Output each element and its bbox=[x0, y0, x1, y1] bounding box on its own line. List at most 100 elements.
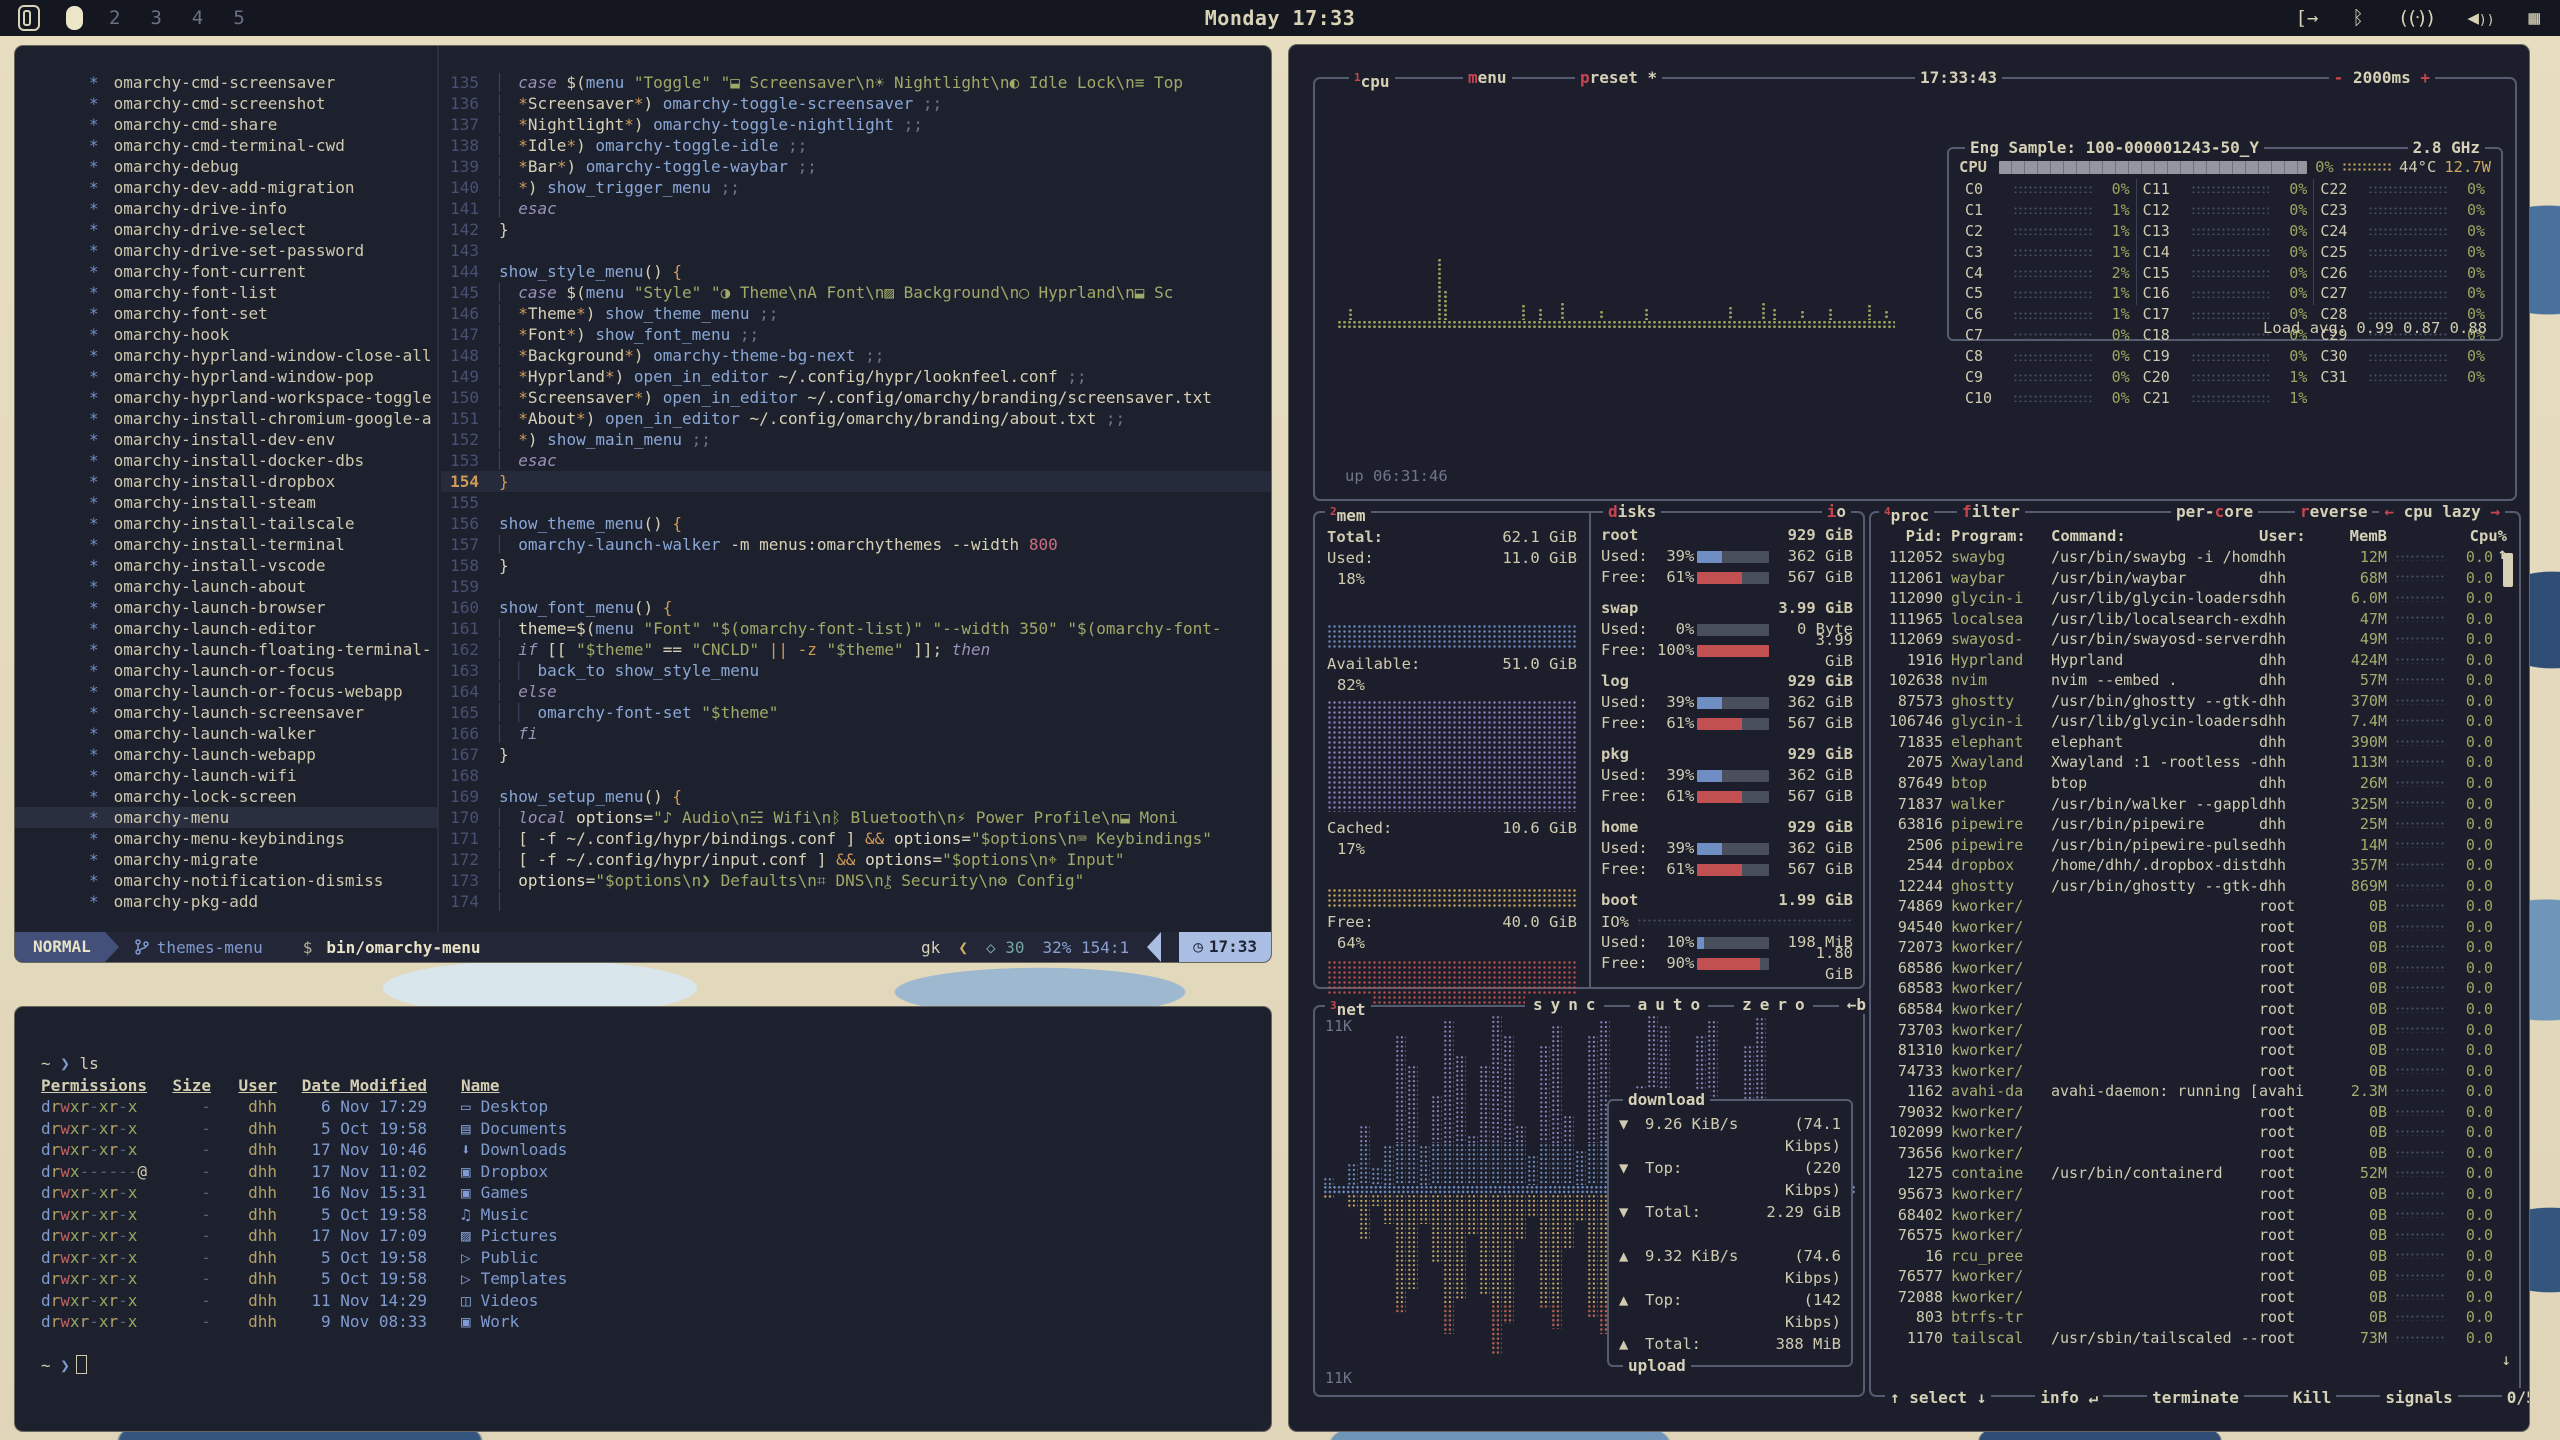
sort-selector[interactable]: ← cpu lazy → bbox=[2379, 501, 2505, 523]
process-row[interactable]: 81310kworker/root0B0.0 bbox=[1881, 1040, 2507, 1061]
process-row[interactable]: 73656kworker/root0B0.0 bbox=[1881, 1143, 2507, 1164]
file-item[interactable]: *omarchy-launch-walker bbox=[15, 723, 437, 744]
file-item[interactable]: *omarchy-launch-editor bbox=[15, 618, 437, 639]
process-row[interactable]: 87573ghostty/usr/bin/ghostty --gtk-dhh37… bbox=[1881, 691, 2507, 712]
process-row[interactable]: 111965localsea/usr/lib/localsearch-exdhh… bbox=[1881, 609, 2507, 630]
file-item[interactable]: *omarchy-launch-or-focus-webapp bbox=[15, 681, 437, 702]
refresh-interval[interactable]: - 2000ms + bbox=[2329, 67, 2435, 89]
process-row[interactable]: 87649btopbtopdhh26M0.0 bbox=[1881, 773, 2507, 794]
file-item[interactable]: *omarchy-launch-or-focus bbox=[15, 660, 437, 681]
file-item[interactable]: *omarchy-install-dev-env bbox=[15, 429, 437, 450]
cpu-chip-icon[interactable]: ▦ bbox=[2529, 7, 2540, 29]
process-row[interactable]: 12244ghostty/usr/bin/ghostty --gtk-dhh86… bbox=[1881, 876, 2507, 897]
preset-button[interactable]: preset * bbox=[1575, 67, 1662, 89]
wifi-icon[interactable]: ((ᐧ)) bbox=[2398, 7, 2434, 29]
file-item[interactable]: *omarchy-install-terminal bbox=[15, 534, 437, 555]
process-row[interactable]: 79032kworker/root0B0.0 bbox=[1881, 1102, 2507, 1123]
file-item[interactable]: *omarchy-launch-webapp bbox=[15, 744, 437, 765]
process-row[interactable]: 2075XwaylandXwayland :1 -rootless -dhh11… bbox=[1881, 752, 2507, 773]
file-item[interactable]: *omarchy-launch-wifi bbox=[15, 765, 437, 786]
terminal-prompt-active[interactable]: ~ ❯ bbox=[41, 1355, 1271, 1377]
process-row[interactable]: 1162avahi-daavahi-daemon: running [avahi… bbox=[1881, 1081, 2507, 1102]
proc-action-kill[interactable]: Kill bbox=[2288, 1388, 2337, 1407]
net-option-zero[interactable]: zero bbox=[1734, 995, 1813, 1014]
process-row[interactable]: 112090glycin-i/usr/lib/glycin-loadersdhh… bbox=[1881, 588, 2507, 609]
file-item[interactable]: *omarchy-menu-keybindings bbox=[15, 828, 437, 849]
process-row[interactable]: 76577kworker/root0B0.0 bbox=[1881, 1266, 2507, 1287]
file-item[interactable]: *omarchy-hyprland-window-close-all bbox=[15, 345, 437, 366]
file-item[interactable]: *omarchy-hyprland-window-pop bbox=[15, 366, 437, 387]
file-item[interactable]: *omarchy-launch-about bbox=[15, 576, 437, 597]
process-row[interactable]: 74733kworker/root0B0.0 bbox=[1881, 1061, 2507, 1082]
bluetooth-icon[interactable]: ᛒ bbox=[2352, 7, 2363, 29]
process-row[interactable]: 71835elephantelephantdhh390M0.0 bbox=[1881, 732, 2507, 753]
process-row[interactable]: 95673kworker/root0B0.0 bbox=[1881, 1184, 2507, 1205]
process-row[interactable]: 74869kworker/root0B0.0 bbox=[1881, 896, 2507, 917]
process-row[interactable]: 102638nvimnvim --embed .dhh57M0.0 bbox=[1881, 670, 2507, 691]
file-item[interactable]: *omarchy-migrate bbox=[15, 849, 437, 870]
process-row[interactable]: 76575kworker/root0B0.0 bbox=[1881, 1225, 2507, 1246]
mem-box-title[interactable]: 2mem bbox=[1325, 501, 1371, 527]
file-item[interactable]: *omarchy-drive-info bbox=[15, 198, 437, 219]
process-row[interactable]: 68583kworker/root0B0.0 bbox=[1881, 978, 2507, 999]
file-item[interactable]: *omarchy-hook bbox=[15, 324, 437, 345]
volume-icon[interactable]: ◀)) bbox=[2467, 7, 2494, 29]
process-row[interactable]: 112061waybar/usr/bin/waybardhh68M0.0 bbox=[1881, 568, 2507, 589]
code-editor[interactable]: 135▏ case $(menu "Toggle" "⬓ Screensaver… bbox=[441, 46, 1271, 932]
per-core-toggle[interactable]: per-core bbox=[2171, 501, 2258, 523]
reverse-toggle[interactable]: reverse bbox=[2295, 501, 2372, 523]
process-row[interactable]: 2544dropbox/home/dhh/.dropbox-distdhh357… bbox=[1881, 855, 2507, 876]
process-scrollbar[interactable] bbox=[2503, 553, 2513, 587]
file-item[interactable]: *omarchy-notification-dismiss bbox=[15, 870, 437, 891]
proc-box-title[interactable]: 4proc bbox=[1879, 501, 1934, 527]
process-row[interactable]: 16rcu_preeroot0B0.0 bbox=[1881, 1246, 2507, 1267]
net-option-sync[interactable]: sync bbox=[1525, 995, 1604, 1014]
process-row[interactable]: 1916HyprlandHyprlanddhh424M0.0 bbox=[1881, 650, 2507, 671]
file-item[interactable]: *omarchy-dev-add-migration bbox=[15, 177, 437, 198]
proc-action-terminate[interactable]: terminate bbox=[2147, 1388, 2244, 1407]
terminal-window[interactable]: ~ ❯ lsPermissionsSizeUserDate ModifiedNa… bbox=[14, 1006, 1272, 1432]
net-option-auto[interactable]: auto bbox=[1630, 995, 1709, 1014]
process-row[interactable]: 106746glycin-i/usr/lib/glycin-loadersdhh… bbox=[1881, 711, 2507, 732]
process-row[interactable]: 2506pipewire/usr/bin/pipewire-pulsedhh14… bbox=[1881, 835, 2507, 856]
filter-button[interactable]: filter bbox=[1957, 501, 2025, 523]
process-row[interactable]: 94540kworker/root0B0.0 bbox=[1881, 917, 2507, 938]
file-item[interactable]: *omarchy-cmd-share bbox=[15, 114, 437, 135]
file-item[interactable]: *omarchy-cmd-screenshot bbox=[15, 93, 437, 114]
proc-action-info[interactable]: info ↵ bbox=[2035, 1388, 2103, 1407]
cpu-box-title[interactable]: 1cpu bbox=[1349, 67, 1395, 93]
process-row[interactable]: 71837walker/usr/bin/walker --gappldhh325… bbox=[1881, 794, 2507, 815]
menu-button[interactable]: menu bbox=[1463, 67, 1512, 89]
file-item[interactable]: *omarchy-cmd-screensaver bbox=[15, 72, 437, 93]
file-item[interactable]: *omarchy-drive-select bbox=[15, 219, 437, 240]
process-row[interactable]: 68586kworker/root0B0.0 bbox=[1881, 958, 2507, 979]
process-row[interactable]: 112069swayosd-/usr/bin/swayosd-serverdhh… bbox=[1881, 629, 2507, 650]
process-row[interactable]: 68584kworker/root0B0.0 bbox=[1881, 999, 2507, 1020]
io-toggle[interactable]: io bbox=[1822, 501, 1851, 523]
process-row[interactable]: 68402kworker/root0B0.0 bbox=[1881, 1205, 2507, 1226]
file-item[interactable]: *omarchy-launch-screensaver bbox=[15, 702, 437, 723]
process-row[interactable]: 1170tailscal/usr/sbin/tailscaled --root7… bbox=[1881, 1328, 2507, 1349]
process-row[interactable]: 1275containe/usr/bin/containerdroot52M0.… bbox=[1881, 1163, 2507, 1184]
file-item[interactable]: *omarchy-install-steam bbox=[15, 492, 437, 513]
proc-action-select[interactable]: ↑ select ↓ bbox=[1885, 1388, 1991, 1407]
disks-box-title[interactable]: disks bbox=[1603, 501, 1661, 523]
process-row[interactable]: 63816pipewire/usr/bin/pipewiredhh25M0.0 bbox=[1881, 814, 2507, 835]
file-item[interactable]: *omarchy-menu bbox=[15, 807, 437, 828]
file-item[interactable]: *omarchy-launch-floating-terminal- bbox=[15, 639, 437, 660]
file-item[interactable]: *omarchy-install-vscode bbox=[15, 555, 437, 576]
file-item[interactable]: *omarchy-install-chromium-google-a bbox=[15, 408, 437, 429]
file-item[interactable]: *omarchy-install-docker-dbs bbox=[15, 450, 437, 471]
file-item[interactable]: *omarchy-hyprland-workspace-toggle bbox=[15, 387, 437, 408]
scroll-down-icon[interactable]: ↓ bbox=[2501, 1350, 2511, 1369]
logout-icon[interactable]: [→ bbox=[2296, 7, 2319, 29]
file-item[interactable]: *omarchy-cmd-terminal-cwd bbox=[15, 135, 437, 156]
file-item[interactable]: *omarchy-debug bbox=[15, 156, 437, 177]
file-item[interactable]: *omarchy-font-list bbox=[15, 282, 437, 303]
process-row[interactable]: 72073kworker/root0B0.0 bbox=[1881, 937, 2507, 958]
file-item[interactable]: *omarchy-pkg-add bbox=[15, 891, 437, 912]
process-row[interactable]: 72088kworker/root0B0.0 bbox=[1881, 1287, 2507, 1308]
process-row[interactable]: 102099kworker/root0B0.0 bbox=[1881, 1122, 2507, 1143]
proc-action-signals[interactable]: signals bbox=[2380, 1388, 2457, 1407]
file-item[interactable]: *omarchy-install-dropbox bbox=[15, 471, 437, 492]
